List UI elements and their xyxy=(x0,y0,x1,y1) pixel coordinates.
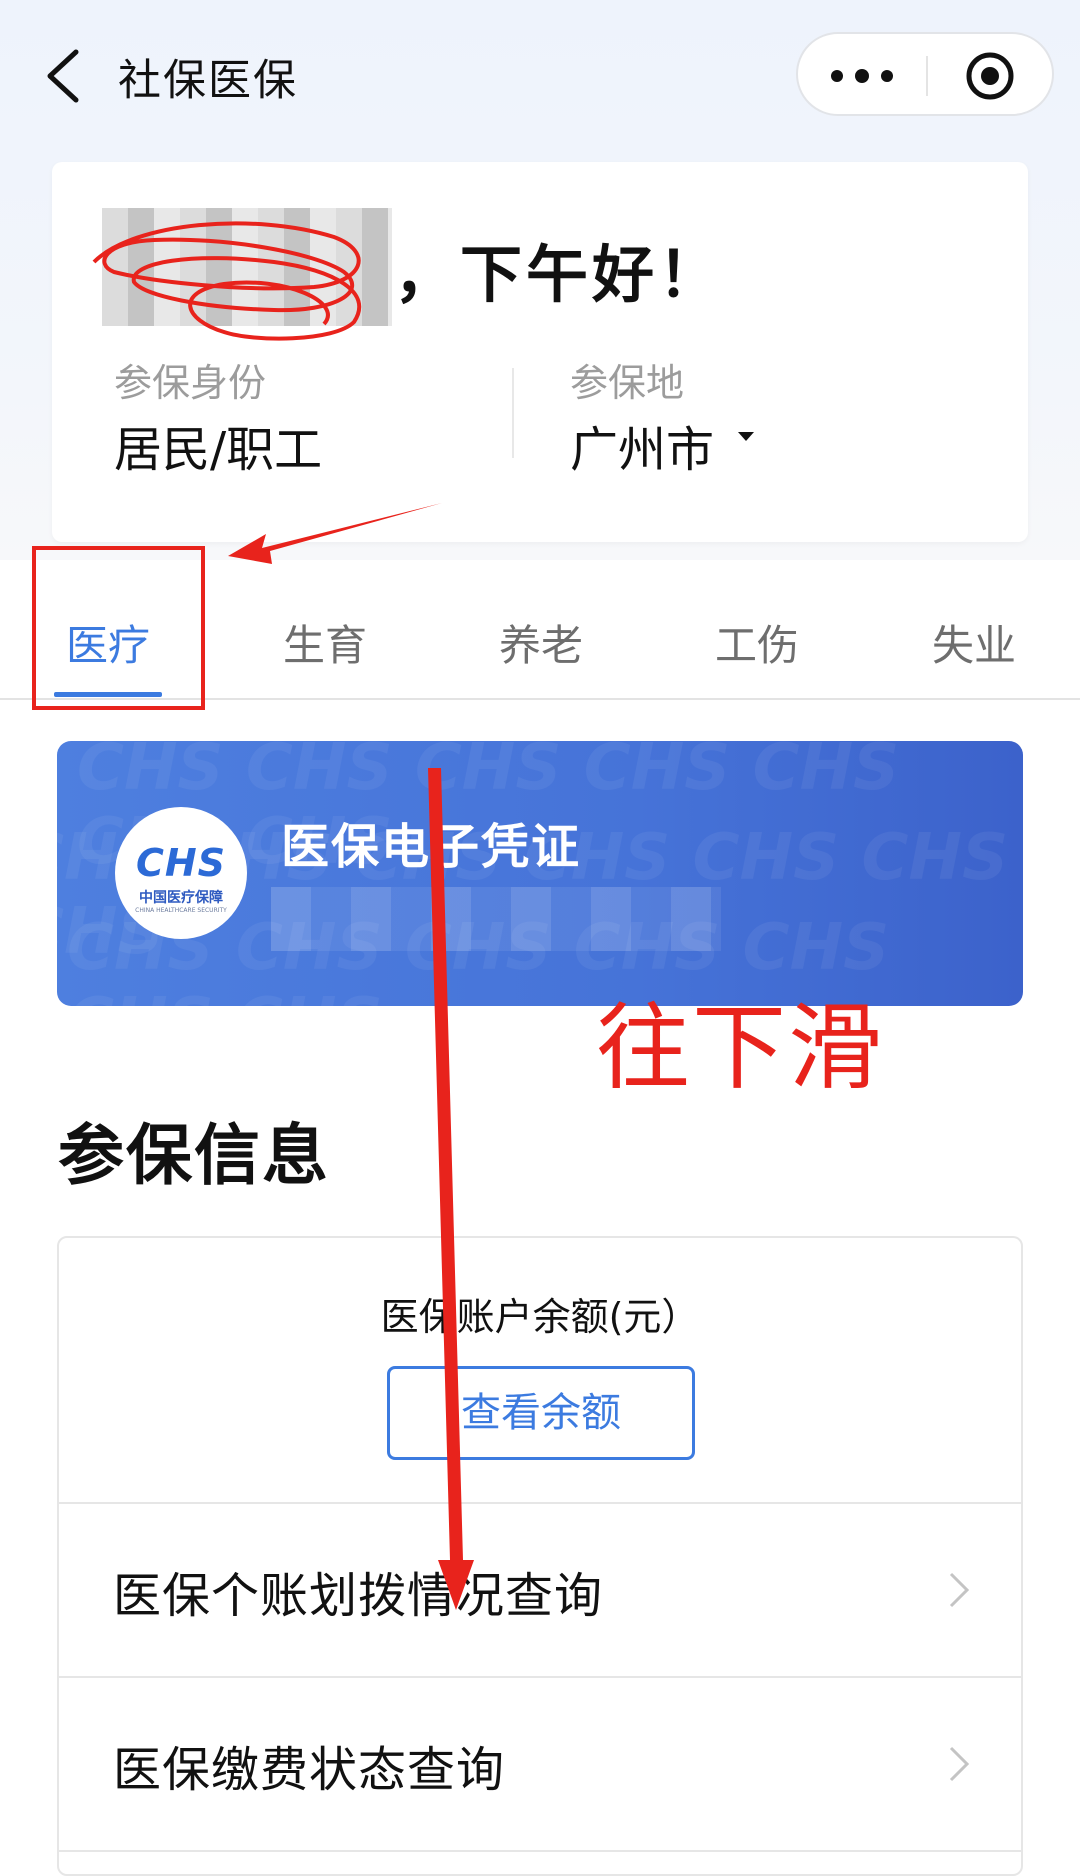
identity-label: 参保身份 xyxy=(114,361,267,405)
dropdown-caret-icon[interactable] xyxy=(738,432,754,441)
nav-bar: 社保医保 xyxy=(0,0,1080,150)
tab-maternity[interactable]: 生育 xyxy=(283,612,367,673)
chevron-right-icon xyxy=(949,1572,970,1608)
list-item-payment-status[interactable]: 医保缴费状态查询 xyxy=(59,1678,1021,1850)
tab-work-injury[interactable]: 工伤 xyxy=(715,612,799,673)
region-selector[interactable]: 广州市 xyxy=(570,410,714,480)
close-mini-program-button[interactable] xyxy=(948,48,1032,104)
blurred-voucher-number xyxy=(271,887,721,951)
view-balance-button[interactable]: 查看余额 xyxy=(387,1366,695,1460)
section-title: 参保信息 xyxy=(58,1117,330,1194)
row-divider xyxy=(59,1850,1021,1852)
back-button[interactable] xyxy=(38,44,102,108)
list-item-account-allocation[interactable]: 医保个账划拨情况查询 xyxy=(59,1504,1021,1676)
chs-logo-cn: 中国医疗保障 xyxy=(139,890,223,906)
region-label: 参保地 xyxy=(570,361,685,405)
target-circle-icon xyxy=(966,52,1014,100)
tab-pension[interactable]: 养老 xyxy=(499,612,583,673)
more-button[interactable] xyxy=(822,54,902,98)
list-item-label: 医保缴费状态查询 xyxy=(113,1742,506,1798)
more-dots-icon xyxy=(831,69,893,83)
capsule-divider xyxy=(926,56,928,96)
mini-program-capsule xyxy=(796,32,1054,116)
identity-value: 居民/职工 xyxy=(114,422,323,478)
red-scribble-redaction xyxy=(92,221,362,341)
chevron-left-icon xyxy=(47,49,79,103)
chs-logo-en: CHINA HEALTHCARE SECURITY xyxy=(135,907,227,914)
greeting-text: ，下午好！ xyxy=(394,238,725,311)
chs-logo: CHS 中国医疗保障 CHINA HEALTHCARE SECURITY xyxy=(115,807,247,939)
chevron-right-icon xyxy=(949,1746,970,1782)
voucher-title: 医保电子凭证 xyxy=(281,819,582,875)
list-item-label: 医保个账划拨情况查询 xyxy=(113,1568,604,1624)
profile-card: ，下午好！ 参保身份 居民/职工 参保地 广州市 xyxy=(52,162,1028,542)
insurance-info-card: 医保账户余额(元） 查看余额 医保个账划拨情况查询 医保缴费状态查询 xyxy=(57,1236,1023,1876)
info-divider xyxy=(512,368,514,458)
scroll-down-annotation: 往下滑 xyxy=(596,994,885,1103)
page-title: 社保医保 xyxy=(118,56,298,106)
red-highlight-box xyxy=(32,546,205,710)
chs-logo-mark: CHS xyxy=(135,841,227,885)
tab-unemployment[interactable]: 失业 xyxy=(932,612,1016,673)
balance-label: 医保账户余额(元） xyxy=(380,1295,700,1339)
medical-e-voucher-card[interactable]: CHS CHS CHS CHS CHS CHS CHS CHS CHS CHS … xyxy=(57,741,1023,1006)
